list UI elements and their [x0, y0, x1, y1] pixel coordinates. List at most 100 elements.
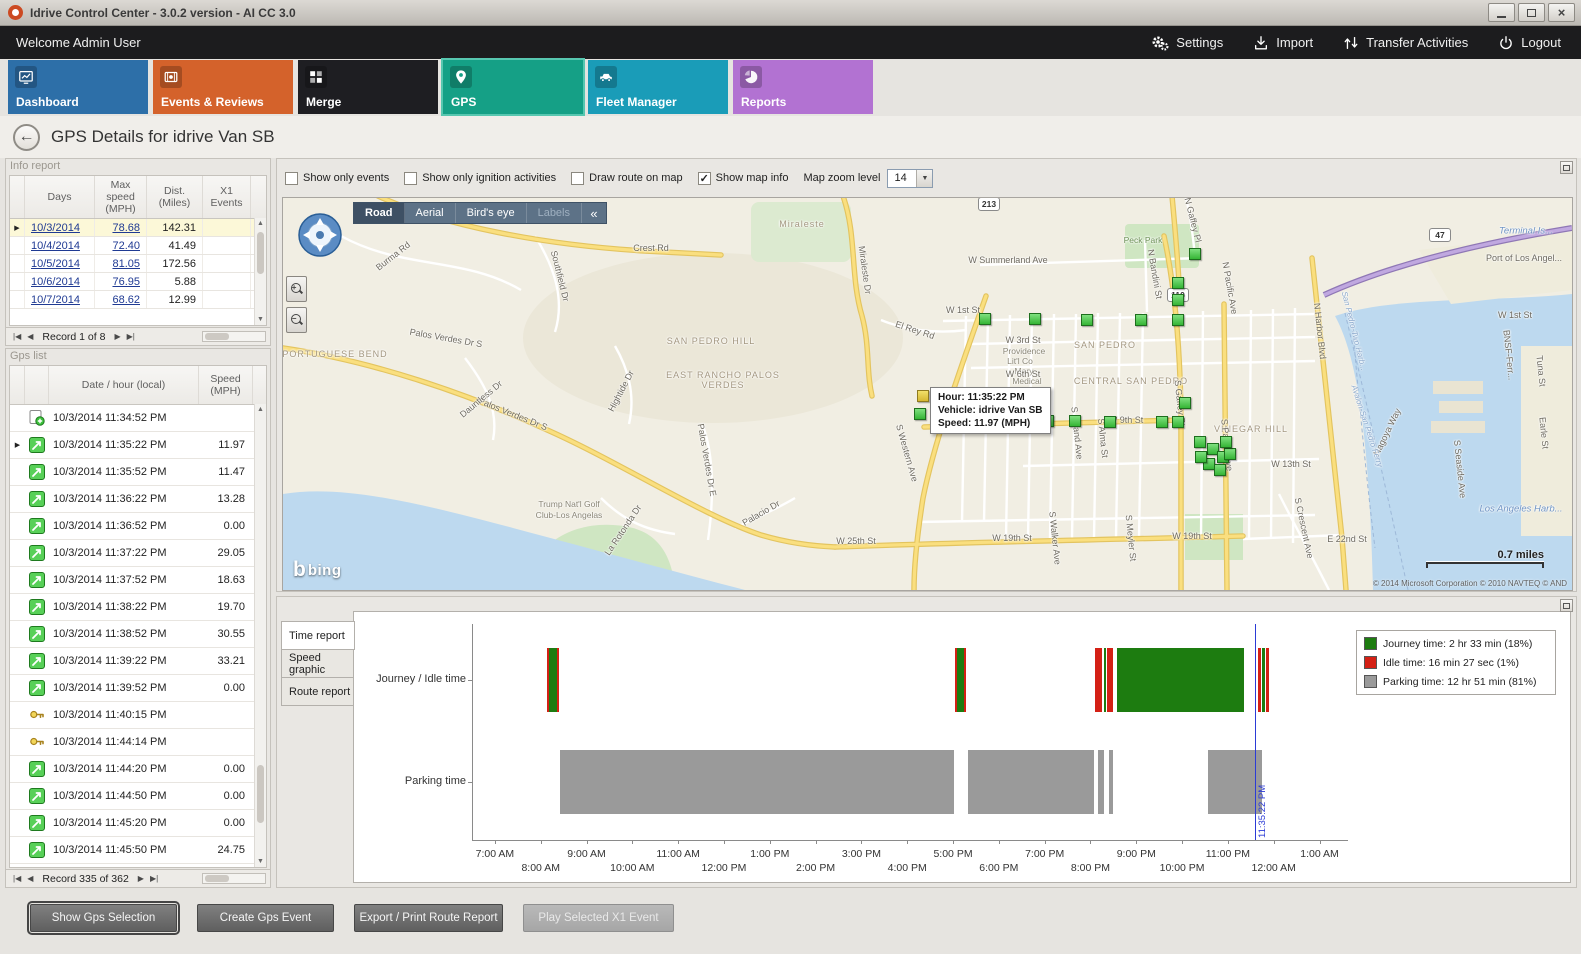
selected-gps-marker[interactable]: [917, 390, 929, 402]
gps-marker[interactable]: [1081, 314, 1093, 326]
maximize-button[interactable]: [1518, 3, 1545, 22]
scroll-down-icon[interactable]: ▼: [255, 314, 266, 325]
col-dist[interactable]: Dist. (Miles): [147, 176, 203, 218]
gps-marker[interactable]: [1135, 314, 1147, 326]
tab-time-report[interactable]: Time report: [281, 621, 355, 650]
gps-list-row[interactable]: 10/3/2014 11:38:52 PM30.55: [10, 621, 266, 648]
map-style-tab-bird-s-eye[interactable]: Bird's eye: [456, 203, 527, 223]
tab-speed-graphic[interactable]: Speed graphic: [281, 649, 354, 678]
gps-marker[interactable]: [1104, 416, 1116, 428]
pager-prev-button[interactable]: ◀: [24, 874, 36, 883]
gps-list-row[interactable]: 10/3/2014 11:46:20 PM17.93: [10, 864, 266, 868]
day-link[interactable]: 10/3/2014: [31, 222, 80, 234]
time-cursor[interactable]: 11:35:22 PM: [1255, 624, 1256, 840]
topbar-action-import[interactable]: Import: [1253, 35, 1313, 51]
checkbox-box[interactable]: [404, 172, 417, 185]
map-canvas[interactable]: MiralestePeck ParkW Summerland AveCrest …: [282, 197, 1573, 591]
day-link[interactable]: 10/4/2014: [31, 240, 80, 252]
gps-table-scrollbar[interactable]: ▲ ▼: [254, 404, 266, 867]
zoom-in-button[interactable]: +: [286, 276, 307, 302]
info-report-row[interactable]: ▶10/3/201478.68142.31: [10, 219, 266, 237]
gps-marker[interactable]: [1194, 436, 1206, 448]
zoom-out-button[interactable]: −: [286, 307, 307, 333]
pager-first-button[interactable]: |◀: [10, 332, 24, 341]
gps-marker[interactable]: [1156, 416, 1168, 428]
checkbox-show-map-info[interactable]: ✓Show map info: [698, 172, 789, 185]
gps-list-row[interactable]: 10/3/2014 11:36:22 PM13.28: [10, 486, 266, 513]
checkbox-box[interactable]: ✓: [698, 172, 711, 185]
export-print-route-report-button[interactable]: Export / Print Route Report: [354, 904, 503, 932]
max-speed-link[interactable]: 78.68: [112, 222, 140, 234]
collapse-map-panel-button[interactable]: [1560, 161, 1573, 174]
info-report-row[interactable]: 10/4/201472.4041.49: [10, 237, 266, 255]
gps-list-row[interactable]: 10/3/2014 11:35:52 PM11.47: [10, 459, 266, 486]
close-button[interactable]: ×: [1548, 3, 1575, 22]
gps-list-row[interactable]: 10/3/2014 11:36:52 PM0.00: [10, 513, 266, 540]
gps-marker[interactable]: [1189, 248, 1201, 260]
day-link[interactable]: 10/7/2014: [31, 294, 80, 306]
checkbox-box[interactable]: [285, 172, 298, 185]
max-speed-link[interactable]: 72.40: [112, 240, 140, 252]
gps-marker[interactable]: [1172, 416, 1184, 428]
max-speed-link[interactable]: 76.95: [112, 276, 140, 288]
gps-marker[interactable]: [1069, 415, 1081, 427]
gps-marker[interactable]: [1029, 313, 1041, 325]
scroll-down-icon[interactable]: ▼: [255, 856, 266, 867]
checkbox-draw-route-on-map[interactable]: Draw route on map: [571, 172, 683, 185]
topbar-action-logout[interactable]: Logout: [1498, 35, 1561, 51]
gps-list-row[interactable]: 10/3/2014 11:37:22 PM29.05: [10, 540, 266, 567]
collapse-chart-panel-button[interactable]: [1560, 599, 1573, 612]
gps-marker[interactable]: [1172, 294, 1184, 306]
gps-marker[interactable]: [1195, 451, 1207, 463]
info-report-row[interactable]: 10/6/201476.955.88: [10, 273, 266, 291]
gps-marker[interactable]: [914, 408, 926, 420]
gps-list-row[interactable]: ▶10/3/2014 11:35:22 PM11.97: [10, 432, 266, 459]
topbar-action-settings[interactable]: Settings: [1151, 34, 1223, 52]
pager-first-button[interactable]: |◀: [10, 874, 24, 883]
day-link[interactable]: 10/6/2014: [31, 276, 80, 288]
gps-list-row[interactable]: 10/3/2014 11:37:52 PM18.63: [10, 567, 266, 594]
map-compass-control[interactable]: [297, 212, 343, 263]
pager-next-button[interactable]: ▶: [111, 332, 123, 341]
info-table-scrollbar[interactable]: ▲ ▼: [254, 218, 266, 325]
max-speed-link[interactable]: 81.05: [112, 258, 140, 270]
gps-marker[interactable]: [1220, 436, 1232, 448]
pager-last-button[interactable]: ▶|: [147, 874, 161, 883]
chevron-down-icon[interactable]: ▼: [916, 170, 932, 187]
nav-tile-events-reviews[interactable]: Events & Reviews: [153, 60, 293, 114]
gps-list-row[interactable]: 10/3/2014 11:38:22 PM19.70: [10, 594, 266, 621]
nav-tile-fleet-manager[interactable]: Fleet Manager: [588, 60, 728, 114]
checkbox-show-only-ignition-activities[interactable]: Show only ignition activities: [404, 172, 556, 185]
map-style-tab-aerial[interactable]: Aerial: [405, 203, 456, 223]
gps-list-row[interactable]: 10/3/2014 11:39:52 PM0.00: [10, 675, 266, 702]
gps-marker[interactable]: [1224, 448, 1236, 460]
col-date-hour[interactable]: Date / hour (local): [49, 366, 199, 404]
gps-marker[interactable]: [1172, 314, 1184, 326]
tab-route-report[interactable]: Route report: [281, 677, 354, 706]
gps-list-row[interactable]: 10/3/2014 11:45:20 PM0.00: [10, 810, 266, 837]
gps-marker[interactable]: [1179, 397, 1191, 409]
map-style-tab-labels[interactable]: Labels: [527, 203, 582, 223]
back-button[interactable]: ←: [13, 124, 40, 151]
topbar-action-transfer-activities[interactable]: Transfer Activities: [1343, 35, 1468, 51]
pager-prev-button[interactable]: ◀: [24, 332, 36, 341]
gps-marker[interactable]: [1214, 464, 1226, 476]
gps-list-row[interactable]: 10/3/2014 11:34:52 PM: [10, 405, 266, 432]
scroll-up-icon[interactable]: ▲: [255, 404, 266, 415]
nav-tile-merge[interactable]: Merge: [298, 60, 438, 114]
show-gps-selection-button[interactable]: Show Gps Selection: [30, 904, 177, 932]
gps-list-row[interactable]: 10/3/2014 11:45:50 PM24.75: [10, 837, 266, 864]
nav-tile-gps[interactable]: GPS: [443, 60, 583, 114]
gps-list-row[interactable]: 10/3/2014 11:44:14 PM: [10, 729, 266, 756]
info-report-row[interactable]: 10/5/201481.05172.56: [10, 255, 266, 273]
scroll-up-icon[interactable]: ▲: [255, 218, 266, 229]
pager-next-button[interactable]: ▶: [135, 874, 147, 883]
map-style-collapse-button[interactable]: «: [582, 203, 606, 223]
pager-scrollbar[interactable]: [202, 331, 266, 342]
day-link[interactable]: 10/5/2014: [31, 258, 80, 270]
pager-last-button[interactable]: ▶|: [124, 332, 138, 341]
gps-list-row[interactable]: 10/3/2014 11:44:20 PM0.00: [10, 756, 266, 783]
max-speed-link[interactable]: 68.62: [112, 294, 140, 306]
map-zoom-dropdown[interactable]: 14 ▼: [887, 169, 933, 188]
col-x1-events[interactable]: X1 Events: [203, 176, 251, 218]
